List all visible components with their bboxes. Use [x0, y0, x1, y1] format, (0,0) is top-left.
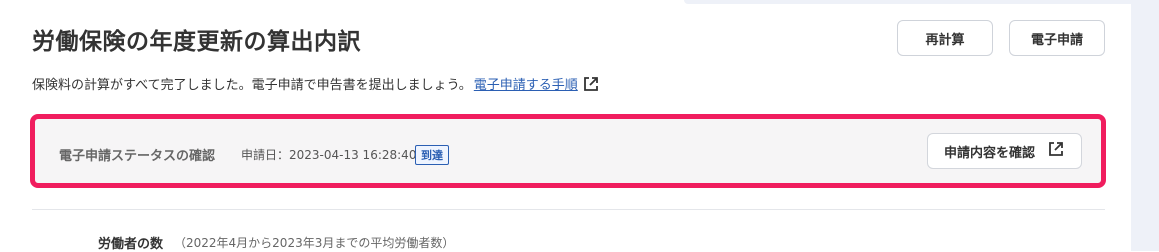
efile-status-panel: 電子申請ステータスの確認 申請日：2023-04-13 16:28:40 到達 …	[30, 114, 1106, 188]
right-gutter	[1131, 0, 1159, 251]
confirm-application-label: 申請内容を確認	[943, 145, 1035, 161]
workers-count-note: （2022年4月から2023年3月までの平均労働者数）	[174, 236, 455, 250]
description: 保険料の計算がすべて完了しました。電子申請で申告書を提出しましょう。 電子申請す…	[32, 74, 600, 93]
confirm-application-button[interactable]: 申請内容を確認	[927, 133, 1082, 169]
application-date: 申請日：2023-04-13 16:28:40	[241, 148, 417, 162]
description-text: 保険料の計算がすべて完了しました。電子申請で申告書を提出しましょう。	[32, 78, 472, 93]
recalculate-button[interactable]: 再計算	[897, 20, 993, 56]
page-title: 労働保険の年度更新の算出内訳	[32, 29, 361, 55]
external-link-icon	[1047, 140, 1065, 162]
section-divider	[32, 209, 1105, 210]
efile-status-label: 電子申請ステータスの確認	[59, 149, 216, 164]
top-strip	[684, 0, 1131, 4]
electronic-filing-button[interactable]: 電子申請	[1009, 20, 1105, 56]
workers-count-label: 労働者の数	[98, 237, 164, 252]
status-badge: 到達	[415, 145, 449, 165]
efile-procedure-link[interactable]: 電子申請する手順	[474, 74, 578, 93]
external-link-icon[interactable]	[582, 75, 600, 93]
